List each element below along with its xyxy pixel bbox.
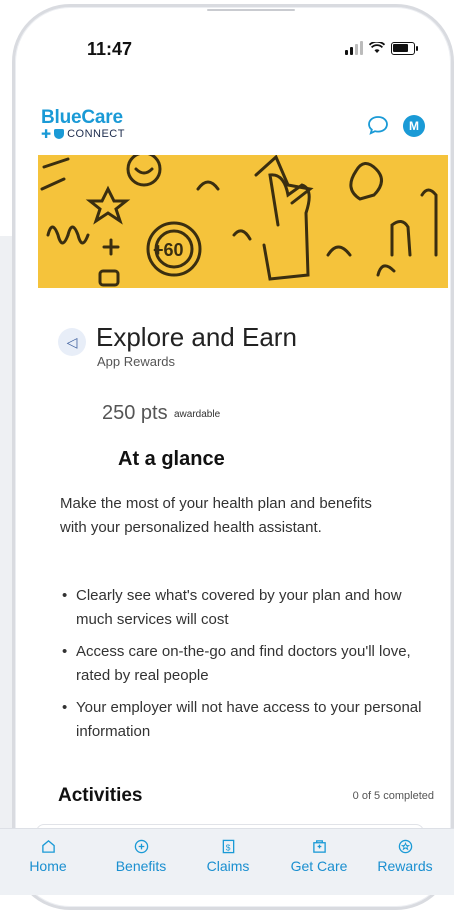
points-value: 250 pts (102, 402, 168, 424)
tab-label: Benefits (115, 858, 167, 874)
reward-detail: ◁ Explore and Earn App Rewards 250 pts a… (38, 288, 448, 828)
tab-benefits[interactable]: Benefits (106, 839, 176, 874)
tab-label: Home (29, 858, 67, 874)
page-title: Explore and Earn (96, 322, 297, 352)
status-time: 11:47 (87, 39, 133, 59)
dollar-doc-icon: $ (222, 839, 234, 854)
tab-label: Claims (206, 858, 250, 874)
benefit-list: Clearly see what's covered by your plan … (60, 584, 440, 752)
svg-text:+60: +60 (153, 240, 184, 260)
section-title: At a glance (118, 448, 225, 470)
badge-icon (398, 839, 412, 854)
shield-icon (54, 129, 65, 139)
avatar[interactable]: M (403, 115, 425, 137)
phone-frame: 11:47 BlueCare ✚ CONNECT M +60 ◁ Explore… (12, 4, 454, 910)
battery-icon (391, 41, 418, 55)
home-icon (41, 840, 55, 853)
tab-label: Get Care (290, 858, 348, 874)
status-bar: 11:47 (15, 7, 451, 87)
list-item: Your employer will not have access to yo… (60, 696, 440, 744)
hero-banner: +60 (38, 155, 448, 288)
plus-circle-icon (134, 839, 148, 854)
brand-subtitle: CONNECT (67, 128, 125, 140)
tab-get-care[interactable]: Get Care (284, 839, 354, 874)
svg-text:$: $ (225, 842, 230, 852)
list-item: Clearly see what's covered by your plan … (60, 584, 440, 632)
status-icons (345, 41, 418, 55)
back-arrow-icon[interactable]: ◁ (58, 328, 86, 356)
list-item: Access care on-the-go and find doctors y… (60, 640, 440, 688)
chat-icon[interactable] (367, 115, 389, 135)
app-header: BlueCare ✚ CONNECT M (15, 103, 451, 159)
bottom-tab-bar: Home Benefits $ Claims Get Care Rewards (0, 828, 454, 895)
description: Make the most of your health plan and be… (60, 495, 372, 536)
tab-claims[interactable]: $ Claims (193, 839, 263, 874)
points-tag: awardable (174, 409, 221, 420)
activities-heading: Activities (58, 785, 143, 806)
tab-rewards[interactable]: Rewards (370, 839, 440, 874)
page-subtitle: App Rewards (97, 354, 176, 369)
hospital-icon (312, 840, 326, 853)
brand-title: BlueCare (41, 107, 123, 128)
cross-icon: ✚ (41, 127, 52, 141)
activities-progress: 0 of 5 completed (352, 790, 434, 802)
wifi-icon (369, 42, 385, 53)
tab-label: Rewards (377, 858, 433, 874)
bluecare-logo: BlueCare ✚ CONNECT (41, 107, 125, 141)
signal-icon (345, 41, 363, 55)
tab-home[interactable]: Home (13, 839, 83, 874)
